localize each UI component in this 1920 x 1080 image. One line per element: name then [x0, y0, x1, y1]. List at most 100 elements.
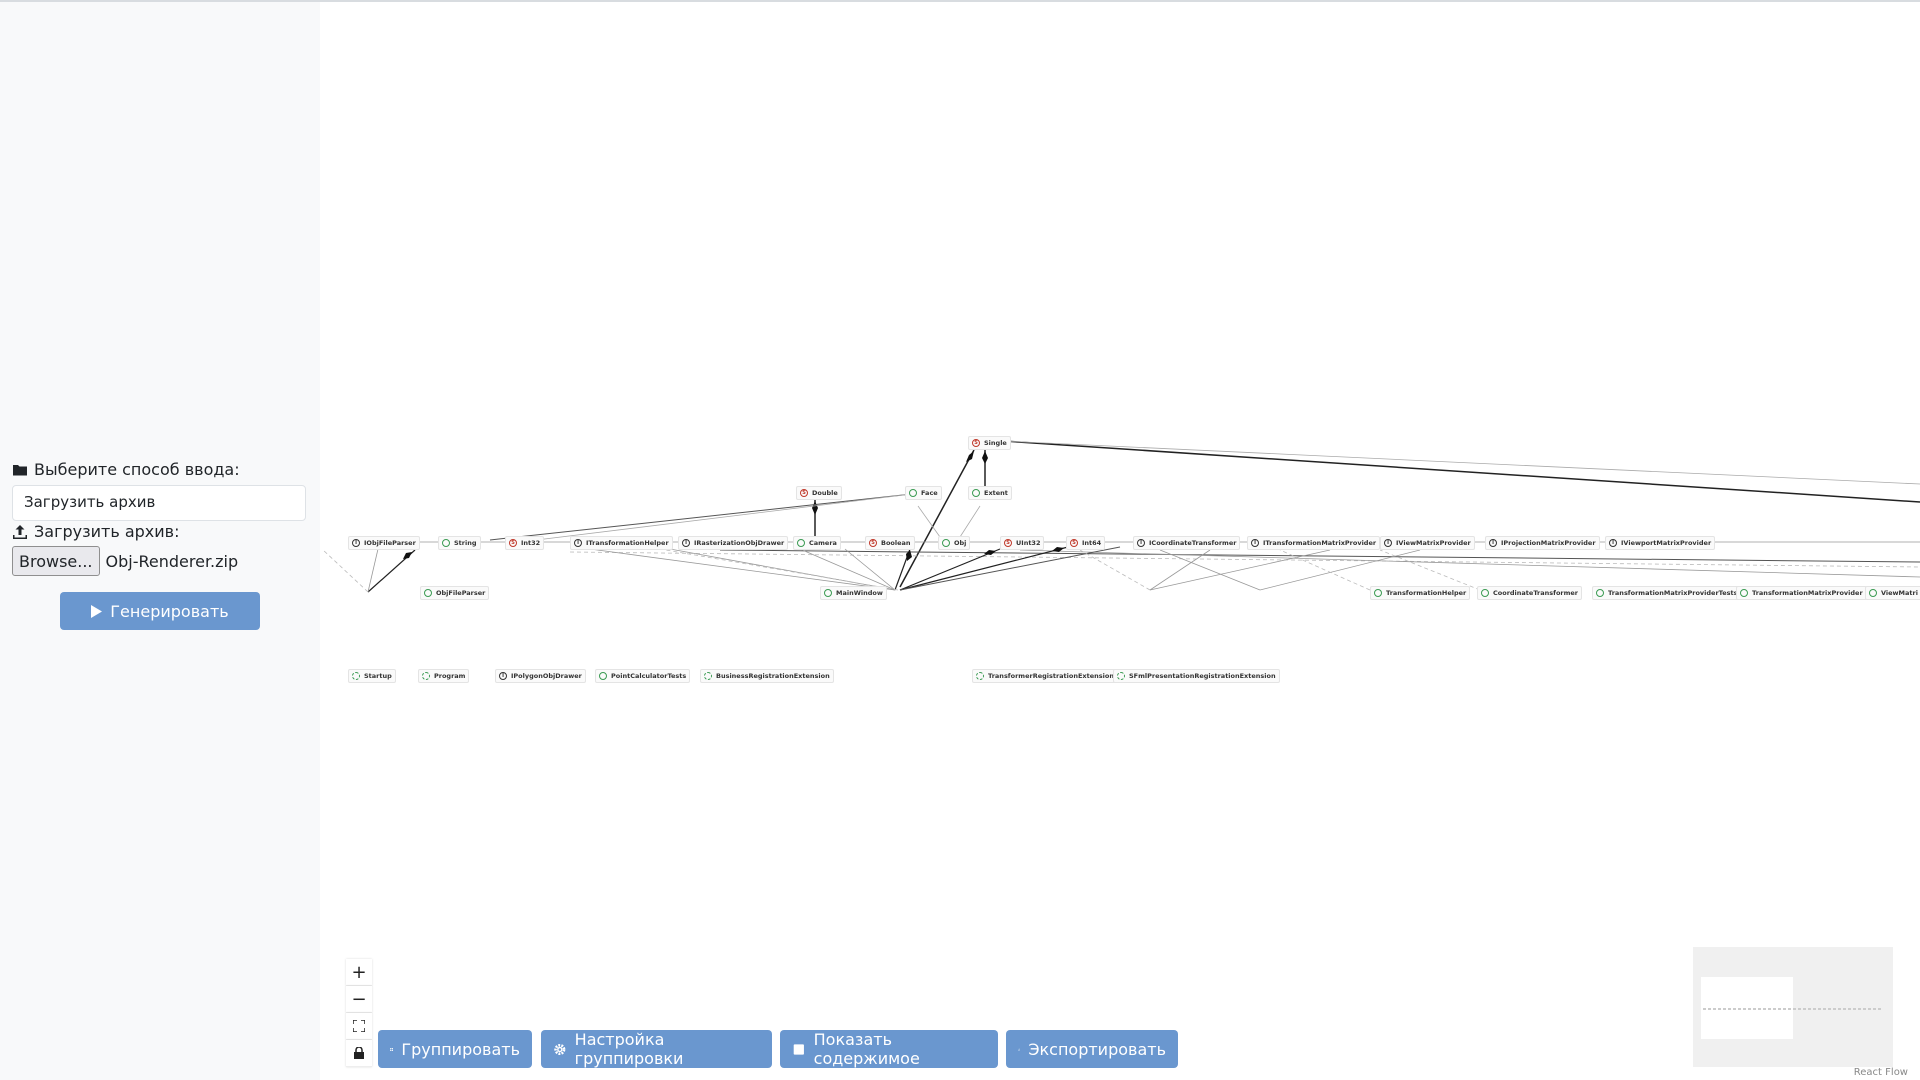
edge: [1019, 549, 1920, 578]
composition-diamond: [966, 451, 974, 462]
class-icon: [976, 672, 984, 680]
graph-node[interactable]: I IProjectionMatrixProvider: [1485, 536, 1600, 550]
zoom-in-button[interactable]: +: [346, 959, 372, 986]
diagram-canvas[interactable]: S Single S Double Face Extent I IObjFilePar…: [320, 2, 1920, 1080]
edge: [321, 548, 369, 593]
group-settings-button[interactable]: Настройка группировки: [541, 1030, 772, 1068]
graph-node[interactable]: Program: [418, 669, 470, 683]
generate-button[interactable]: Генерировать: [60, 592, 260, 630]
graph-node[interactable]: String: [438, 536, 481, 550]
graph-node[interactable]: MainWindow: [820, 586, 887, 600]
graph-node[interactable]: I IViewportMatrixProvider: [1605, 536, 1716, 550]
graph-node[interactable]: I ITransformationMatrixProvider: [1247, 536, 1381, 550]
group-icon: [390, 1047, 394, 1051]
edge: [959, 505, 981, 538]
graph-node[interactable]: I IPolygonObjDrawer: [495, 669, 586, 683]
graph-node[interactable]: S Double: [796, 486, 842, 500]
graph-node[interactable]: Camera: [793, 536, 841, 550]
upload-icon: [13, 524, 27, 539]
graph-node[interactable]: Startup: [348, 669, 396, 683]
graph-node[interactable]: TransformationMatrixProvider: [1736, 586, 1867, 600]
graph-node[interactable]: I IObjFileParser: [348, 536, 420, 550]
file-input[interactable]: Browse... Obj-Renderer.zip: [12, 546, 238, 576]
graph-node[interactable]: S Single: [968, 436, 1011, 450]
graph-node[interactable]: TransformationMatrixProviderTests: [1592, 586, 1742, 600]
zoom-out-button[interactable]: −: [346, 986, 372, 1013]
graph-node[interactable]: ViewMatri: [1865, 586, 1920, 600]
download-icon: [1018, 1047, 1021, 1051]
minimap[interactable]: [1693, 947, 1893, 1067]
graph-node[interactable]: Extent: [968, 486, 1012, 500]
graph-node[interactable]: I ITransformationHelper: [570, 536, 673, 550]
class-icon: [1596, 589, 1604, 597]
class-icon: [1117, 672, 1125, 680]
edge: [519, 493, 913, 543]
composition-diamond: [812, 501, 818, 515]
interface-icon: I: [499, 672, 507, 680]
interface-icon: I: [1609, 539, 1617, 547]
upload-label-text: Загрузить архив:: [34, 522, 180, 541]
edge: [1149, 549, 1211, 591]
class-icon: [1869, 589, 1877, 597]
graph-node[interactable]: I ICoordinateTransformer: [1133, 536, 1241, 550]
react-flow-attribution[interactable]: React Flow: [1854, 1067, 1908, 1078]
export-button-label: Экспортировать: [1028, 1039, 1166, 1059]
class-icon: [704, 672, 712, 680]
show-content-button-label: Показать содержимое: [813, 1030, 920, 1068]
struct-icon: S: [972, 439, 980, 447]
input-mode-value: Загрузить архив: [24, 493, 156, 511]
graph-node[interactable]: S UInt32: [1000, 536, 1045, 550]
struct-icon: S: [1070, 539, 1078, 547]
class-icon: [824, 589, 832, 597]
sidebar: Выберите способ ввода: Загрузить архив З…: [0, 2, 320, 1080]
graph-node[interactable]: ObjFileParser: [420, 586, 490, 600]
play-icon: [91, 604, 103, 618]
struct-icon: S: [869, 539, 877, 547]
graph-node[interactable]: Obj: [938, 536, 971, 550]
edge: [899, 546, 1069, 591]
edge: [1002, 440, 1920, 485]
interface-icon: I: [352, 539, 360, 547]
browse-button[interactable]: Browse...: [12, 546, 100, 576]
graph-node[interactable]: SFmlPresentationRegistrationExtension: [1113, 669, 1280, 683]
selected-file-name: Obj-Renderer.zip: [105, 551, 239, 571]
edge: [489, 493, 913, 541]
class-icon: [797, 539, 805, 547]
edge: [899, 546, 1121, 591]
edge: [589, 548, 896, 591]
input-mode-select[interactable]: Загрузить архив: [12, 485, 306, 521]
graph-node[interactable]: S Boolean: [865, 536, 915, 550]
edge: [1149, 549, 1331, 591]
graph-node[interactable]: S Int32: [505, 536, 545, 550]
graph-node[interactable]: PointCalculatorTests: [595, 669, 691, 683]
graph-node[interactable]: I IRasterizationObjDrawer: [678, 536, 789, 550]
composition-diamond: [403, 552, 412, 559]
class-icon: [422, 672, 430, 680]
graph-node[interactable]: I IViewMatrixProvider: [1380, 536, 1475, 550]
minimap-nodes: [1703, 1008, 1883, 1010]
graph-node[interactable]: TransformationHelper: [1370, 586, 1471, 600]
graph-node[interactable]: S Int64: [1066, 536, 1106, 550]
class-icon: [442, 539, 450, 547]
square-icon: [793, 1043, 804, 1055]
edge: [1002, 440, 1920, 503]
graph-node[interactable]: BusinessRegistrationExtension: [700, 669, 834, 683]
class-icon: [972, 489, 980, 497]
group-button[interactable]: Группировать: [378, 1030, 532, 1068]
graph-node[interactable]: TransformerRegistrationExtension: [972, 669, 1118, 683]
show-content-button[interactable]: Показать содержимое: [780, 1030, 998, 1068]
class-icon: [1740, 589, 1748, 597]
struct-icon: S: [800, 489, 808, 497]
struct-icon: S: [509, 539, 517, 547]
fit-view-button[interactable]: [346, 1013, 372, 1040]
edge: [1379, 549, 1481, 591]
export-button[interactable]: Экспортировать: [1006, 1030, 1178, 1068]
graph-node[interactable]: Face: [905, 486, 942, 500]
graph-node[interactable]: CoordinateTransformer: [1477, 586, 1583, 600]
class-icon: [424, 589, 432, 597]
fit-view-icon: [353, 1020, 365, 1032]
interface-icon: I: [1384, 539, 1392, 547]
lock-button[interactable]: [346, 1040, 372, 1067]
gear-icon: [554, 1043, 566, 1055]
class-icon: [942, 539, 950, 547]
